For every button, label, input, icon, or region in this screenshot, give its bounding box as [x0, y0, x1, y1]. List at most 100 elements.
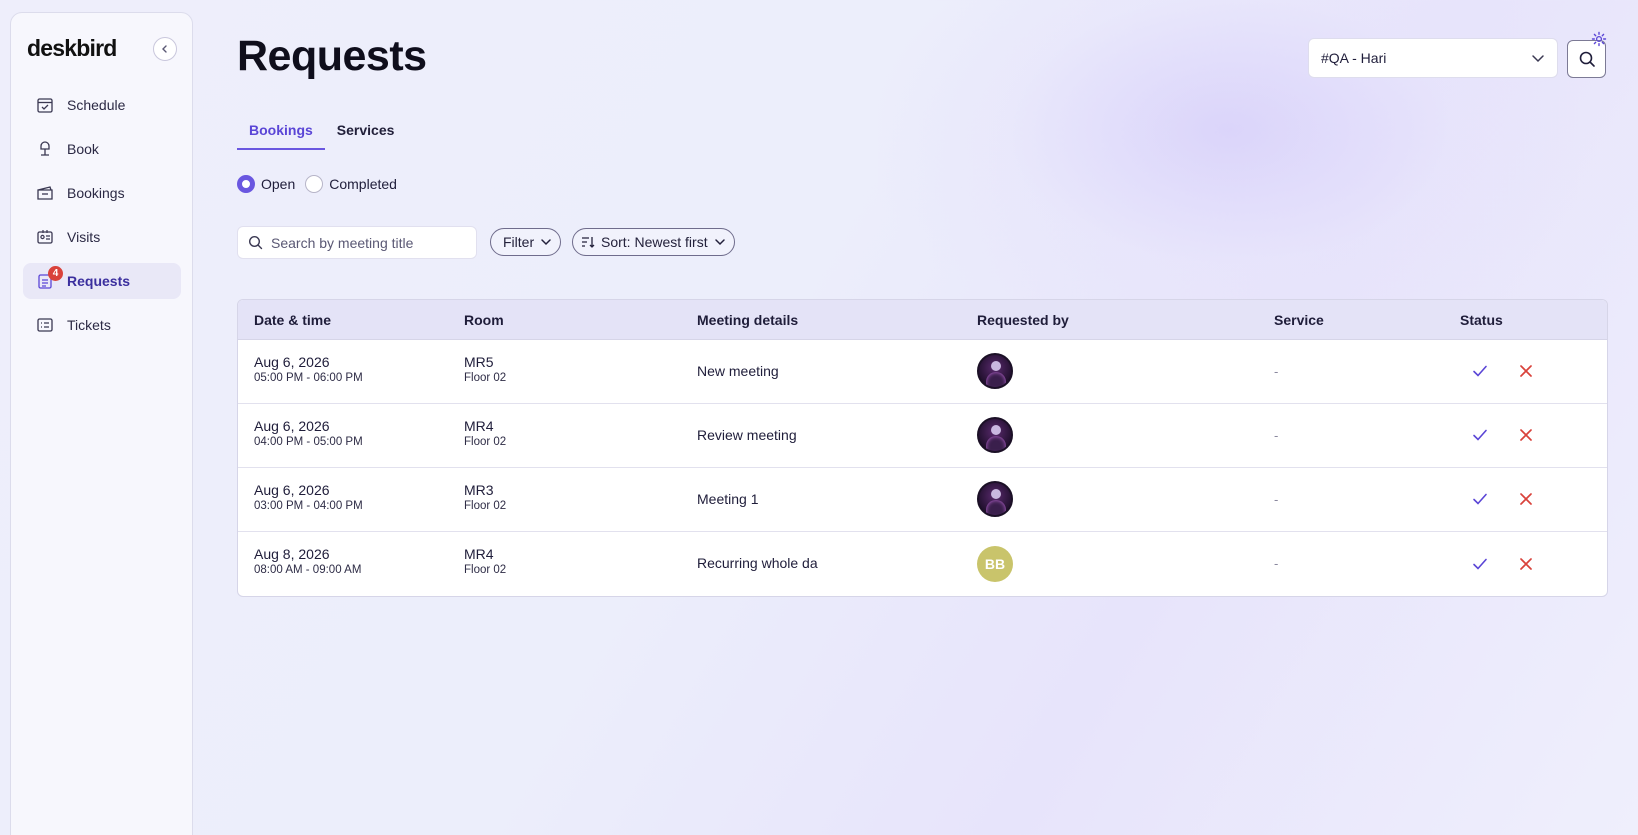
- close-icon: [1520, 365, 1532, 377]
- approve-button[interactable]: [1470, 361, 1490, 381]
- chevron-down-icon: [1532, 55, 1544, 63]
- filter-label: Filter: [503, 234, 535, 250]
- page-title: Requests: [237, 32, 427, 80]
- booking-time: 04:00 PM - 05:00 PM: [254, 436, 363, 448]
- radio-indicator: [305, 175, 324, 193]
- close-icon: [1520, 493, 1532, 505]
- sort-icon: [582, 237, 595, 248]
- close-icon: [1520, 558, 1532, 570]
- sidebar-nav: Schedule Book Bookings Visits 4 Requests…: [23, 87, 181, 351]
- booking-date: Aug 8, 2026: [254, 546, 330, 562]
- reject-button[interactable]: [1516, 489, 1536, 509]
- checkmark-icon: [1473, 558, 1487, 570]
- office-select-value: #QA - Hari: [1321, 50, 1387, 66]
- ticket-icon: [35, 183, 55, 203]
- gear-icon[interactable]: [1591, 31, 1607, 47]
- room-name: MR4: [464, 418, 494, 434]
- service-value: -: [1274, 492, 1279, 507]
- column-header-room: Room: [464, 311, 504, 328]
- status-filter-group: Open Completed: [237, 175, 407, 193]
- meeting-title: Recurring whole da: [697, 555, 818, 571]
- table-row[interactable]: Aug 8, 2026 08:00 AM - 09:00 AM MR4 Floo…: [238, 532, 1607, 596]
- requests-count-badge: 4: [48, 266, 63, 281]
- booking-time: 08:00 AM - 09:00 AM: [254, 564, 362, 576]
- approve-button[interactable]: [1470, 425, 1490, 445]
- reject-button[interactable]: [1516, 361, 1536, 381]
- filter-button[interactable]: Filter: [490, 228, 562, 256]
- column-header-service: Service: [1274, 311, 1324, 328]
- radio-indicator: [237, 175, 255, 193]
- approve-button[interactable]: [1470, 489, 1490, 509]
- room-floor: Floor 02: [464, 372, 507, 384]
- room-floor: Floor 02: [464, 436, 507, 448]
- sidebar-item-book[interactable]: Book: [23, 131, 181, 167]
- booking-time: 05:00 PM - 06:00 PM: [254, 372, 363, 384]
- meeting-search-input[interactable]: [271, 234, 461, 251]
- avatar[interactable]: [977, 353, 1013, 389]
- tab-services[interactable]: Services: [325, 116, 407, 150]
- meeting-title: Review meeting: [697, 427, 797, 443]
- collapse-sidebar-button[interactable]: [153, 37, 177, 61]
- sidebar-item-visits[interactable]: Visits: [23, 219, 181, 255]
- table-header: Date & time Room Meeting details Request…: [238, 300, 1607, 340]
- search-icon: [248, 235, 263, 250]
- sort-label: Sort: Newest first: [601, 234, 708, 250]
- room-name: MR5: [464, 354, 494, 370]
- avatar[interactable]: BB: [977, 546, 1013, 582]
- sidebar: deskbird Schedule Book Bookings Visits 4…: [10, 12, 193, 835]
- column-header-meeting: Meeting details: [697, 311, 799, 328]
- sidebar-item-schedule[interactable]: Schedule: [23, 87, 181, 123]
- radio-open[interactable]: Open: [237, 175, 295, 193]
- reject-button[interactable]: [1516, 425, 1536, 445]
- booking-date: Aug 6, 2026: [254, 354, 330, 370]
- meeting-title: Meeting 1: [697, 491, 759, 507]
- column-header-date: Date & time: [254, 311, 332, 328]
- chevron-down-icon: [714, 239, 725, 246]
- checkmark-icon: [1473, 493, 1487, 505]
- service-value: -: [1274, 428, 1279, 443]
- tab-bookings[interactable]: Bookings: [237, 116, 325, 150]
- service-value: -: [1274, 556, 1279, 571]
- booking-time: 03:00 PM - 04:00 PM: [254, 500, 363, 512]
- requests-table: Date & time Room Meeting details Request…: [237, 299, 1608, 597]
- table-row[interactable]: Aug 6, 2026 03:00 PM - 04:00 PM MR3 Floo…: [238, 468, 1607, 532]
- sidebar-item-tickets[interactable]: Tickets: [23, 307, 181, 343]
- room-floor: Floor 02: [464, 564, 507, 576]
- radio-label: Open: [261, 176, 296, 192]
- checkmark-icon: [1473, 365, 1487, 377]
- meeting-search-field: [237, 226, 477, 259]
- avatar[interactable]: [977, 481, 1013, 517]
- close-icon: [1520, 429, 1532, 441]
- column-header-requested-by: Requested by: [977, 311, 1069, 328]
- sidebar-item-label: Schedule: [67, 97, 126, 113]
- chevron-down-icon: [541, 239, 551, 246]
- meeting-title: New meeting: [697, 363, 779, 379]
- radio-label: Completed: [329, 176, 397, 192]
- tab-bar: Bookings Services: [237, 116, 406, 150]
- app-logo[interactable]: deskbird: [27, 35, 117, 62]
- column-header-status: Status: [1460, 311, 1503, 328]
- calendar-check-icon: [35, 95, 55, 115]
- sidebar-item-label: Tickets: [67, 317, 111, 333]
- sidebar-item-label: Book: [67, 141, 99, 157]
- sidebar-item-label: Requests: [67, 273, 131, 289]
- approve-button[interactable]: [1470, 554, 1490, 574]
- room-name: MR4: [464, 546, 494, 562]
- avatar[interactable]: [977, 417, 1013, 453]
- table-row[interactable]: Aug 6, 2026 05:00 PM - 06:00 PM MR5 Floo…: [238, 340, 1607, 404]
- table-row[interactable]: Aug 6, 2026 04:00 PM - 05:00 PM MR4 Floo…: [238, 404, 1607, 468]
- radio-completed[interactable]: Completed: [305, 175, 397, 193]
- sidebar-item-bookings[interactable]: Bookings: [23, 175, 181, 211]
- sort-button[interactable]: Sort: Newest first: [572, 228, 735, 256]
- room-name: MR3: [464, 482, 494, 498]
- desk-lamp-icon: [35, 139, 55, 159]
- checkmark-icon: [1473, 429, 1487, 441]
- id-card-icon: [35, 227, 55, 247]
- sidebar-item-requests[interactable]: 4 Requests: [23, 263, 181, 299]
- chevron-left-icon: [162, 45, 167, 53]
- office-select[interactable]: #QA - Hari: [1308, 38, 1558, 78]
- sidebar-item-label: Bookings: [67, 185, 125, 201]
- list-icon: [35, 315, 55, 335]
- reject-button[interactable]: [1516, 554, 1536, 574]
- service-value: -: [1274, 364, 1279, 379]
